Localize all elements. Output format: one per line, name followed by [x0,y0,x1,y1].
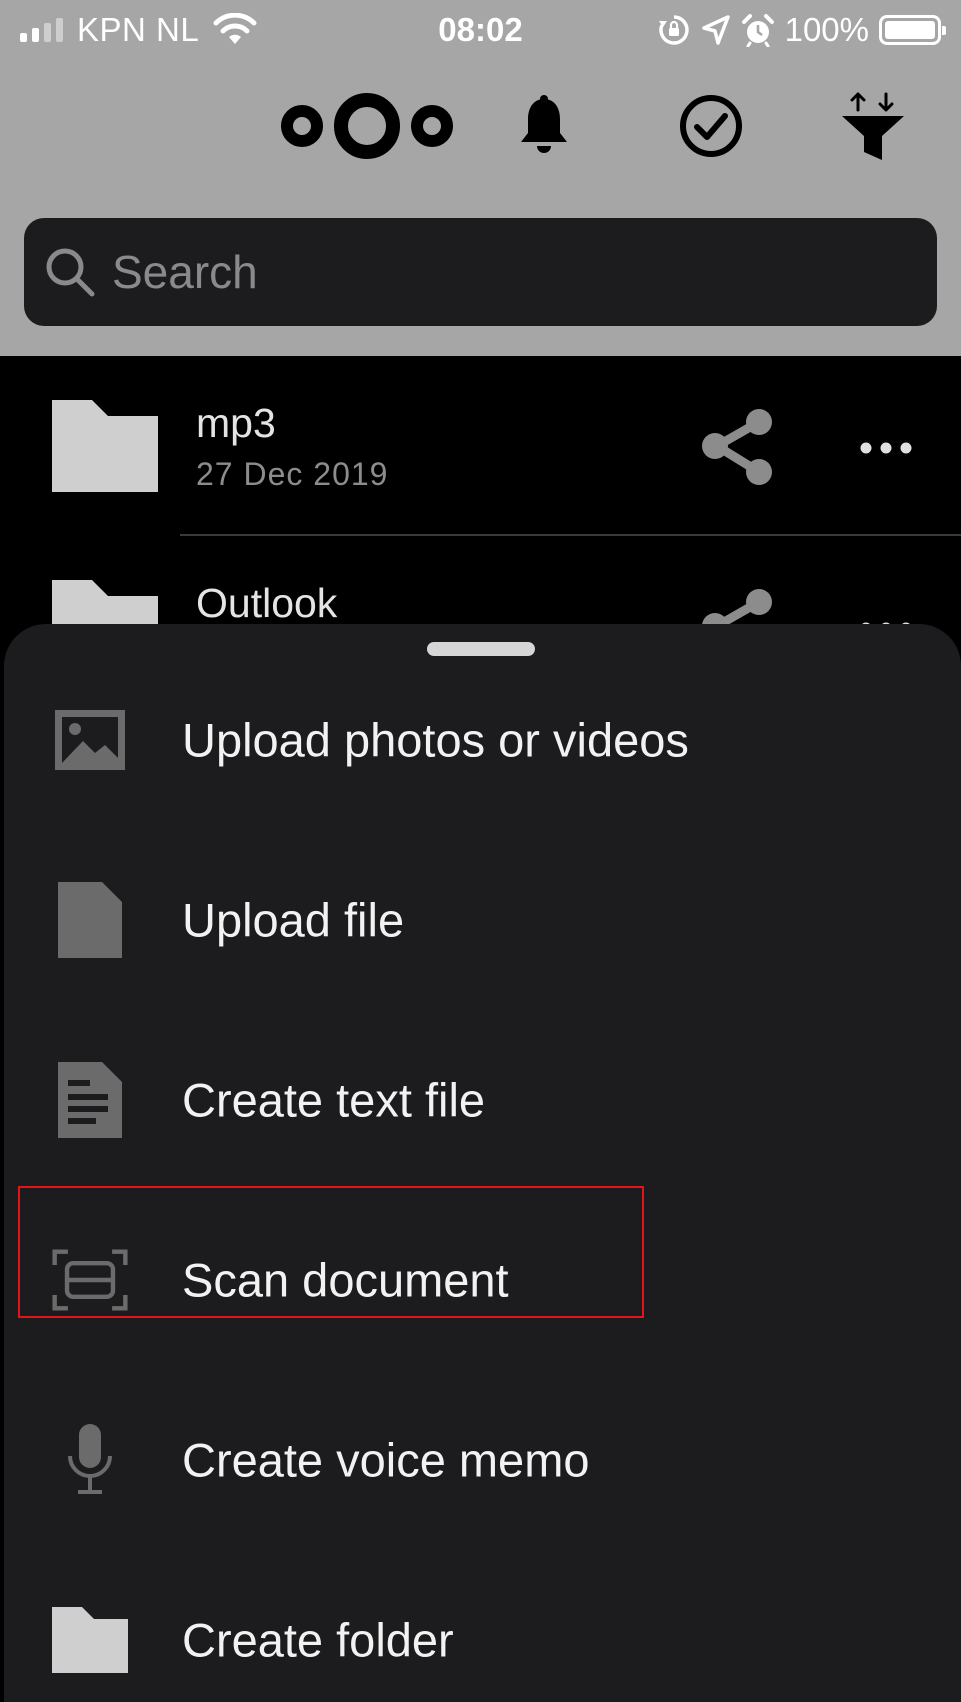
alarm-icon [741,14,774,47]
battery-icon [879,15,946,45]
menu-item-label: Create folder [182,1613,454,1667]
highlight-box [18,1186,644,1318]
image-icon [52,698,128,782]
more-options-icon[interactable] [858,440,914,456]
status-bar: KPN NL 08:02 100% [0,0,961,62]
folder-icon [52,400,158,492]
file-date: 27 Dec 2019 [196,456,389,492]
menu-create-text-file[interactable]: Create text file [4,1034,961,1166]
app-header: KPN NL 08:02 100% Search [0,0,961,356]
status-right: 100% [657,8,946,52]
folder-icon [52,1598,128,1682]
rotation-lock-icon [658,15,689,45]
menu-create-voice-memo[interactable]: Create voice memo [4,1394,961,1526]
share-icon[interactable] [695,406,779,490]
activity-check-icon[interactable] [678,88,744,164]
sheet-grabber-handle[interactable] [427,642,535,656]
search-icon [46,248,95,297]
menu-item-label: Upload file [182,893,405,947]
file-name: Outlook [196,580,338,626]
nextcloud-logo-icon [276,88,458,164]
search-input[interactable] [112,245,872,299]
search-bar[interactable] [24,218,937,326]
notifications-bell-icon[interactable] [516,88,572,164]
text-file-icon [52,1058,128,1142]
file-icon [52,878,128,962]
file-name: mp3 [196,400,276,446]
menu-item-label: Create voice memo [182,1433,590,1487]
menu-item-label: Upload photos or videos [182,713,689,767]
menu-create-folder[interactable]: Create folder [4,1574,961,1702]
battery-percentage: 100% [784,11,869,48]
add-menu-sheet: Upload photos or videos Upload file Crea… [4,624,961,1702]
microphone-icon [52,1418,128,1502]
menu-upload-file[interactable]: Upload file [4,854,961,986]
location-icon [701,15,730,45]
menu-item-label: Create text file [182,1073,486,1127]
sort-filter-icon[interactable] [840,88,906,164]
menu-upload-photos-videos[interactable]: Upload photos or videos [4,674,961,806]
file-row-mp3[interactable]: mp3 27 Dec 2019 [0,356,961,536]
